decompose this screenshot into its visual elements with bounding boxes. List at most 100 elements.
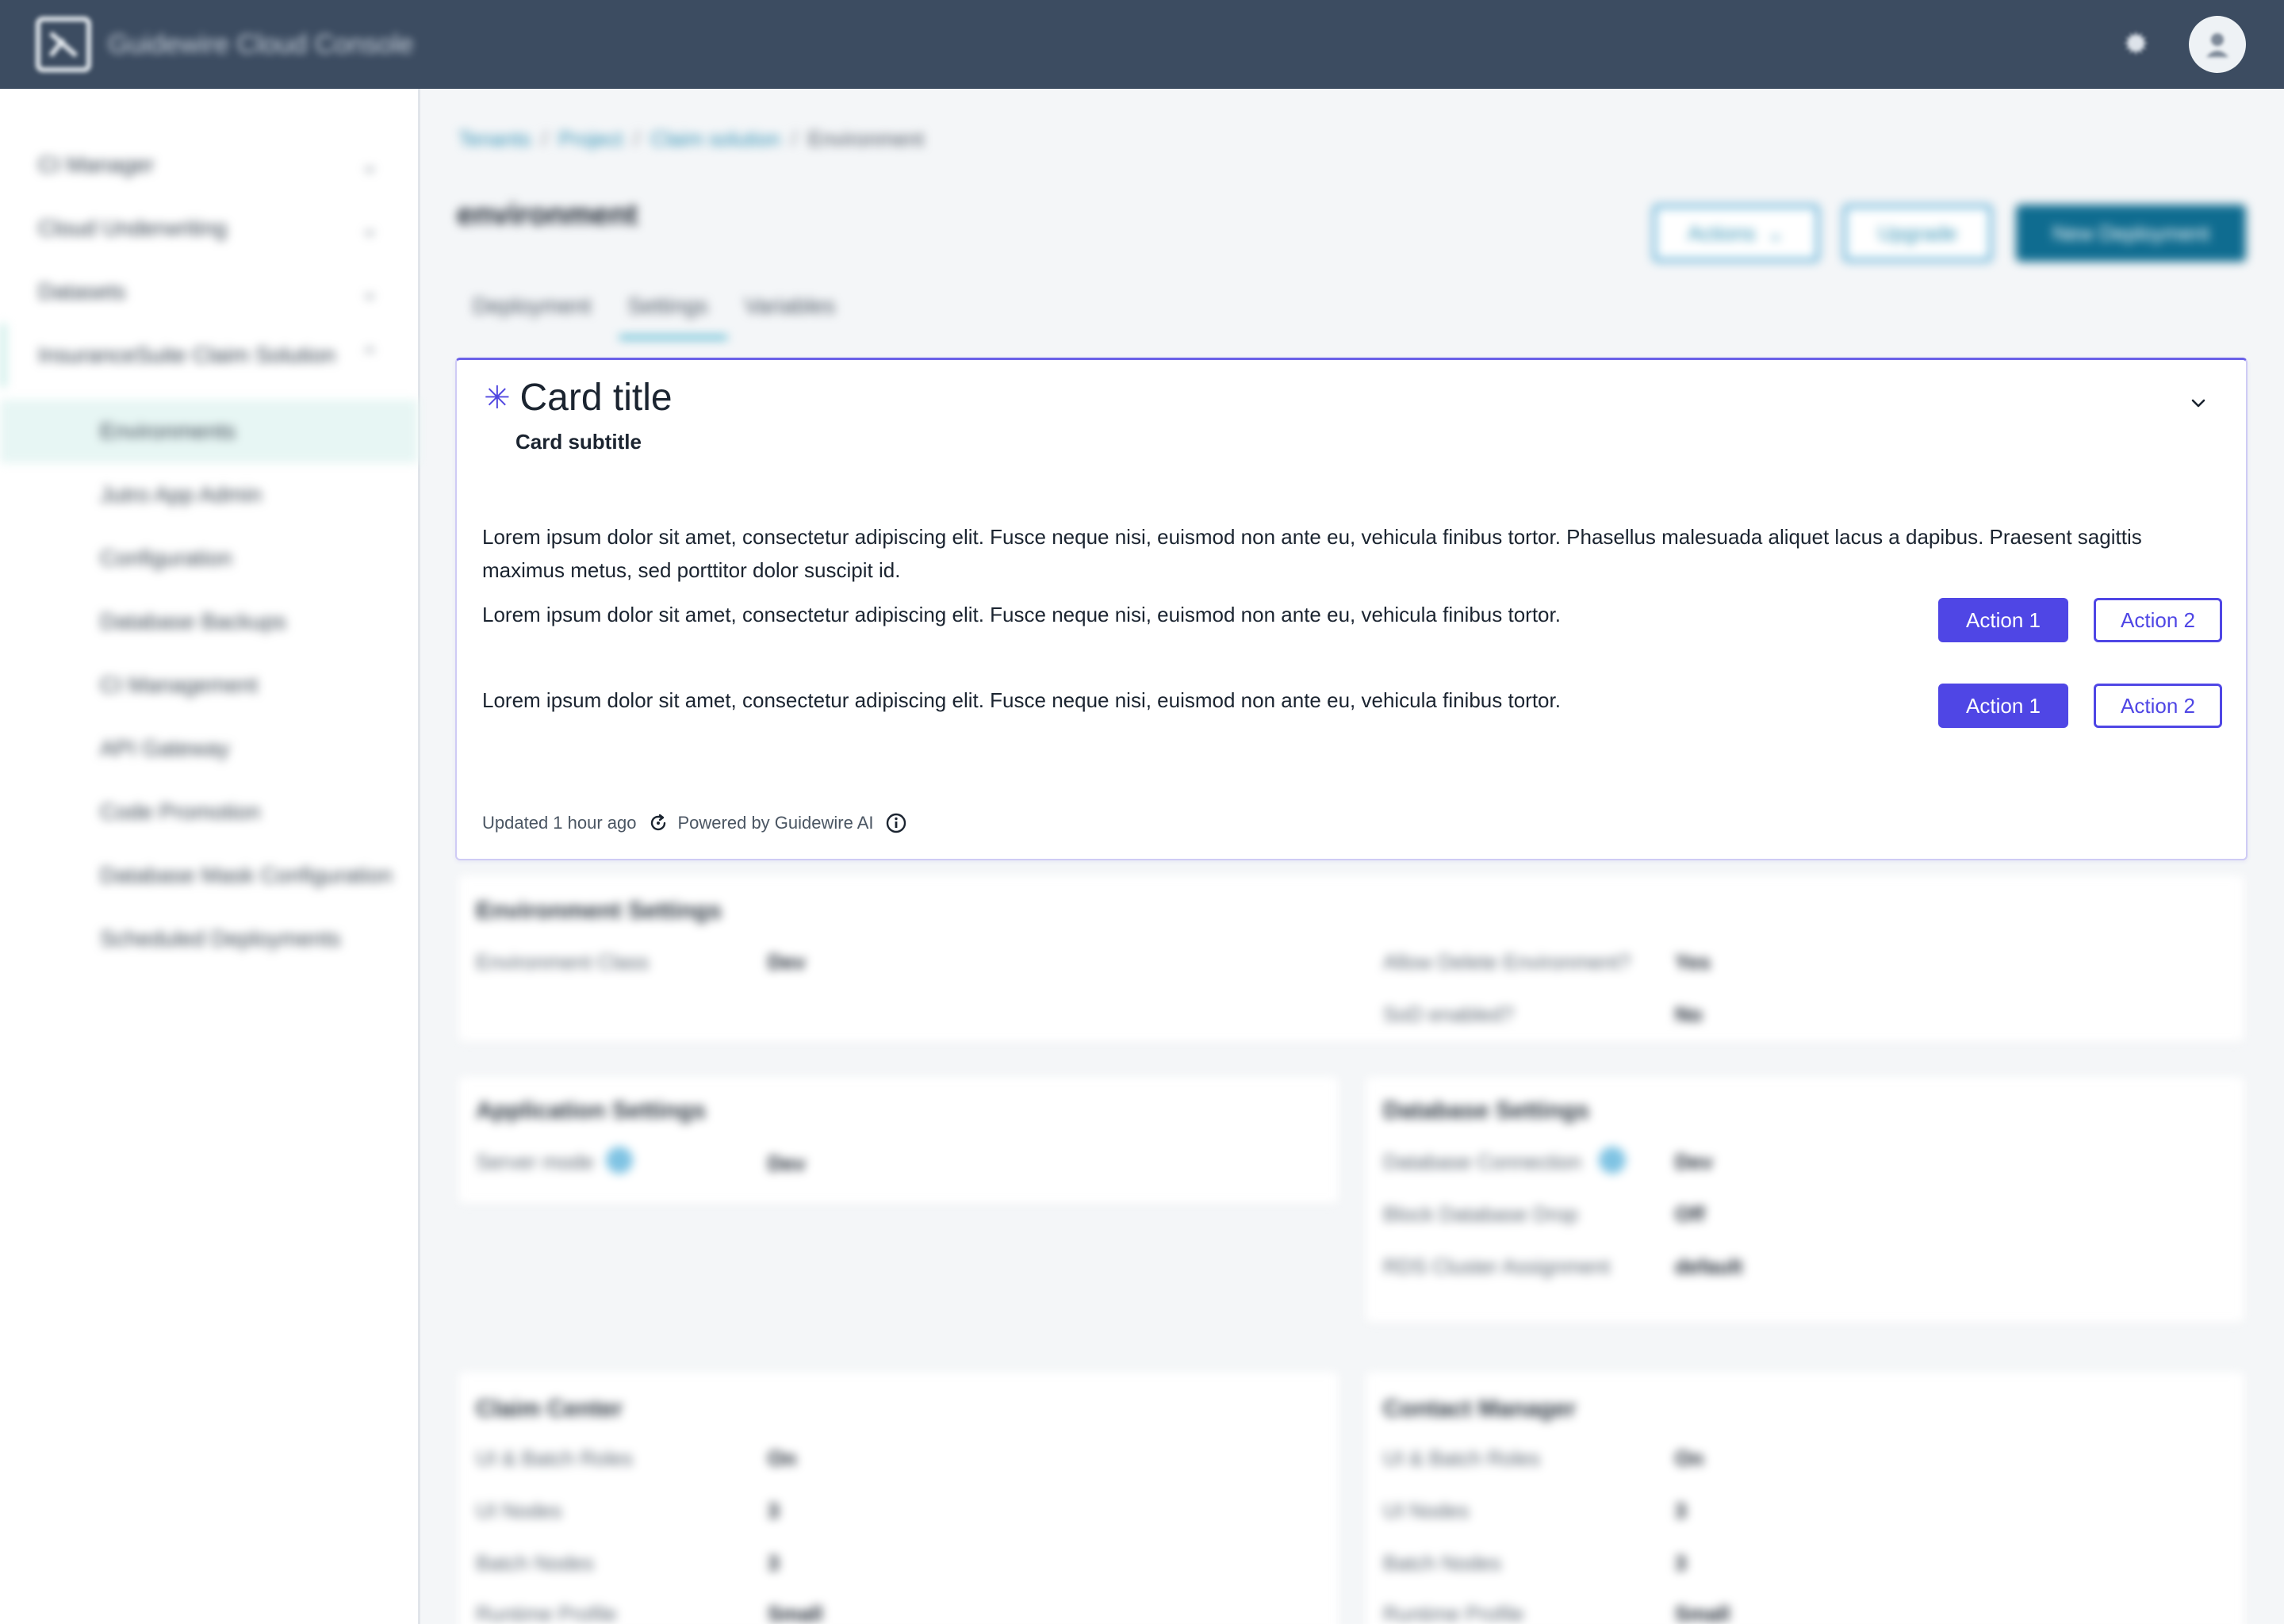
panel-title: Contact Manager	[1383, 1396, 1577, 1422]
ai-card: ✳ Card title Card subtitle Lorem ipsum d…	[455, 358, 2248, 860]
panel-title: Application Settings	[476, 1097, 707, 1124]
card-footer: Updated 1 hour ago Powered by Guidewire …	[482, 812, 917, 834]
breadcrumb-link[interactable]: Project	[558, 127, 623, 151]
breadcrumb: Tenants / Project / Claim solution / Env…	[458, 127, 924, 151]
field-value: 3	[768, 1499, 780, 1522]
field-label: Batch Nodes	[1383, 1551, 1501, 1575]
upgrade-button[interactable]: Upgrade	[1843, 205, 1992, 262]
row1-action2-button[interactable]: Action 2	[2094, 598, 2222, 642]
card-title: Card title	[519, 377, 673, 419]
sidebar-item-ci-manager[interactable]: CI Manager ⌄	[0, 133, 418, 197]
app-brand: Guidewire Cloud Console	[108, 29, 414, 59]
field-value: 3	[1675, 1499, 1687, 1522]
field-label: UI Nodes	[1383, 1499, 1470, 1522]
field-value: Dev	[1675, 1150, 1713, 1174]
sidebar-item-label: Datasets	[38, 279, 126, 304]
actions-button[interactable]: Actions ⌄	[1653, 205, 1819, 262]
field-value: 3	[1675, 1551, 1687, 1575]
new-deployment-button[interactable]: New Deployment	[2016, 205, 2246, 262]
row1-action1-button[interactable]: Action 1	[1938, 598, 2068, 642]
contact-manager-panel: Contact Manager UI & Batch Roles On UI N…	[1366, 1372, 2244, 1624]
panel-title: Database Settings	[1383, 1097, 1590, 1124]
sidebar-subitem-label: CI Management	[100, 672, 259, 697]
sidebar-subitem-scheduled-deployments[interactable]: Scheduled Deployments	[0, 907, 418, 971]
sidebar-subitem-configuration[interactable]: Configuration	[0, 527, 418, 590]
sidebar-subitem-label: Scheduled Deployments	[100, 926, 341, 951]
chevron-up-icon: ⌃	[361, 343, 378, 367]
tab-deployment[interactable]: Deployment	[473, 293, 591, 339]
chevron-down-icon	[2191, 399, 2205, 408]
user-avatar[interactable]	[2189, 16, 2246, 73]
card-row-text: Lorem ipsum dolor sit amet, consectetur …	[482, 688, 1561, 712]
info-icon[interactable]	[1599, 1147, 1626, 1174]
sidebar-subitem-ci-management[interactable]: CI Management	[0, 653, 418, 717]
field-value: On	[768, 1446, 797, 1470]
breadcrumb-link[interactable]: Tenants	[458, 127, 531, 151]
sidebar-subitem-api-gateway[interactable]: API Gateway	[0, 717, 418, 780]
field-value: Dev	[768, 950, 806, 974]
sidebar-item-label: InsuranceSuite Claim Solution	[38, 343, 336, 367]
field-label: Server mode	[476, 1150, 594, 1174]
environment-settings-panel: Environment Settings Environment Class D…	[458, 875, 2244, 1042]
card-paragraph: Lorem ipsum dolor sit amet, consectetur …	[482, 525, 2142, 582]
field-value: Off	[1675, 1202, 1705, 1226]
settings-gear-icon[interactable]: ✹	[2122, 26, 2149, 63]
sidebar-subitem-database-mask-configuration[interactable]: Database Mask Configuration	[0, 844, 418, 907]
collapse-card-button[interactable]	[2182, 387, 2214, 419]
sparkle-icon: ✳	[484, 380, 511, 416]
sidebar-subitem-jutro-app-admin[interactable]: Jutro App Admin	[0, 463, 418, 527]
application-settings-panel: Application Settings Server mode Dev	[458, 1077, 1339, 1204]
sidebar-subitem-code-promotion[interactable]: Code Promotion	[0, 780, 418, 844]
updated-timestamp: Updated 1 hour ago	[482, 813, 637, 833]
powered-by-label: Powered by Guidewire AI	[677, 813, 874, 833]
sidebar-item-label: CI Manager	[38, 152, 155, 177]
field-value: Small	[1675, 1602, 1730, 1624]
tab-settings[interactable]: Settings	[619, 293, 727, 339]
row2-action1-button[interactable]: Action 1	[1938, 684, 2068, 728]
new-deployment-button-label: New Deployment	[2052, 220, 2209, 245]
card-subtitle: Card subtitle	[515, 430, 642, 454]
sidebar-subitem-environments[interactable]: Environments	[0, 400, 418, 463]
panel-title: Claim Center	[476, 1396, 623, 1422]
refresh-icon[interactable]	[648, 813, 669, 833]
database-settings-panel: Database Settings Database Connection De…	[1366, 1077, 2244, 1323]
field-value: Yes	[1675, 950, 1711, 974]
field-value: On	[1675, 1446, 1704, 1470]
card-row-text: Lorem ipsum dolor sit amet, consectetur …	[482, 603, 1561, 626]
sidebar-item-claim-solution[interactable]: InsuranceSuite Claim Solution ⌃	[0, 324, 418, 387]
upgrade-button-label: Upgrade	[1878, 220, 1957, 245]
field-label: Runtime Profile	[476, 1602, 617, 1624]
field-label: Environment Class	[476, 950, 650, 974]
breadcrumb-link[interactable]: Claim solution	[650, 127, 780, 151]
sidebar-item-label: Cloud Underwriting	[38, 216, 228, 240]
claim-center-panel: Claim Center UI & Batch Roles On UI Node…	[458, 1372, 1339, 1624]
field-label: UI & Batch Roles	[476, 1446, 633, 1470]
top-bar: Guidewire Cloud Console ✹	[0, 0, 2284, 89]
sidebar-subitem-label: Jutro App Admin	[100, 482, 262, 507]
sidebar-item-cloud-underwriting[interactable]: Cloud Underwriting ⌄	[0, 197, 418, 260]
field-value: No	[1675, 1002, 1703, 1026]
info-icon[interactable]	[606, 1147, 633, 1174]
field-label: UI & Batch Roles	[1383, 1446, 1540, 1470]
sidebar-item-datasets[interactable]: Datasets ⌄	[0, 260, 418, 324]
field-label: Batch Nodes	[476, 1551, 594, 1575]
sidebar-subitem-label: Database Mask Configuration	[100, 863, 393, 887]
row2-action2-button[interactable]: Action 2	[2094, 684, 2222, 728]
tab-bar: Deployment Settings Variables	[473, 293, 835, 339]
field-value: Small	[768, 1602, 823, 1624]
sidebar: CI Manager ⌄ Cloud Underwriting ⌄ Datase…	[0, 89, 420, 1624]
sidebar-subitem-label: Database Backups	[100, 609, 287, 634]
breadcrumb-separator: /	[791, 127, 797, 151]
tab-variables[interactable]: Variables	[745, 293, 836, 339]
field-label: Allow Delete Environment?	[1383, 950, 1631, 974]
guidewire-logo-icon[interactable]	[32, 13, 95, 76]
header-actions: Actions ⌄ Upgrade New Deployment	[1653, 205, 2246, 262]
field-value: 3	[768, 1551, 780, 1575]
chevron-down-icon: ⌄	[361, 152, 378, 177]
chevron-down-icon: ⌄	[1766, 220, 1784, 245]
chevron-down-icon: ⌄	[361, 279, 378, 304]
breadcrumb-separator: /	[634, 127, 640, 151]
field-label: Runtime Profile	[1383, 1602, 1524, 1624]
sidebar-subitem-database-backups[interactable]: Database Backups	[0, 590, 418, 653]
info-icon[interactable]	[885, 812, 907, 834]
